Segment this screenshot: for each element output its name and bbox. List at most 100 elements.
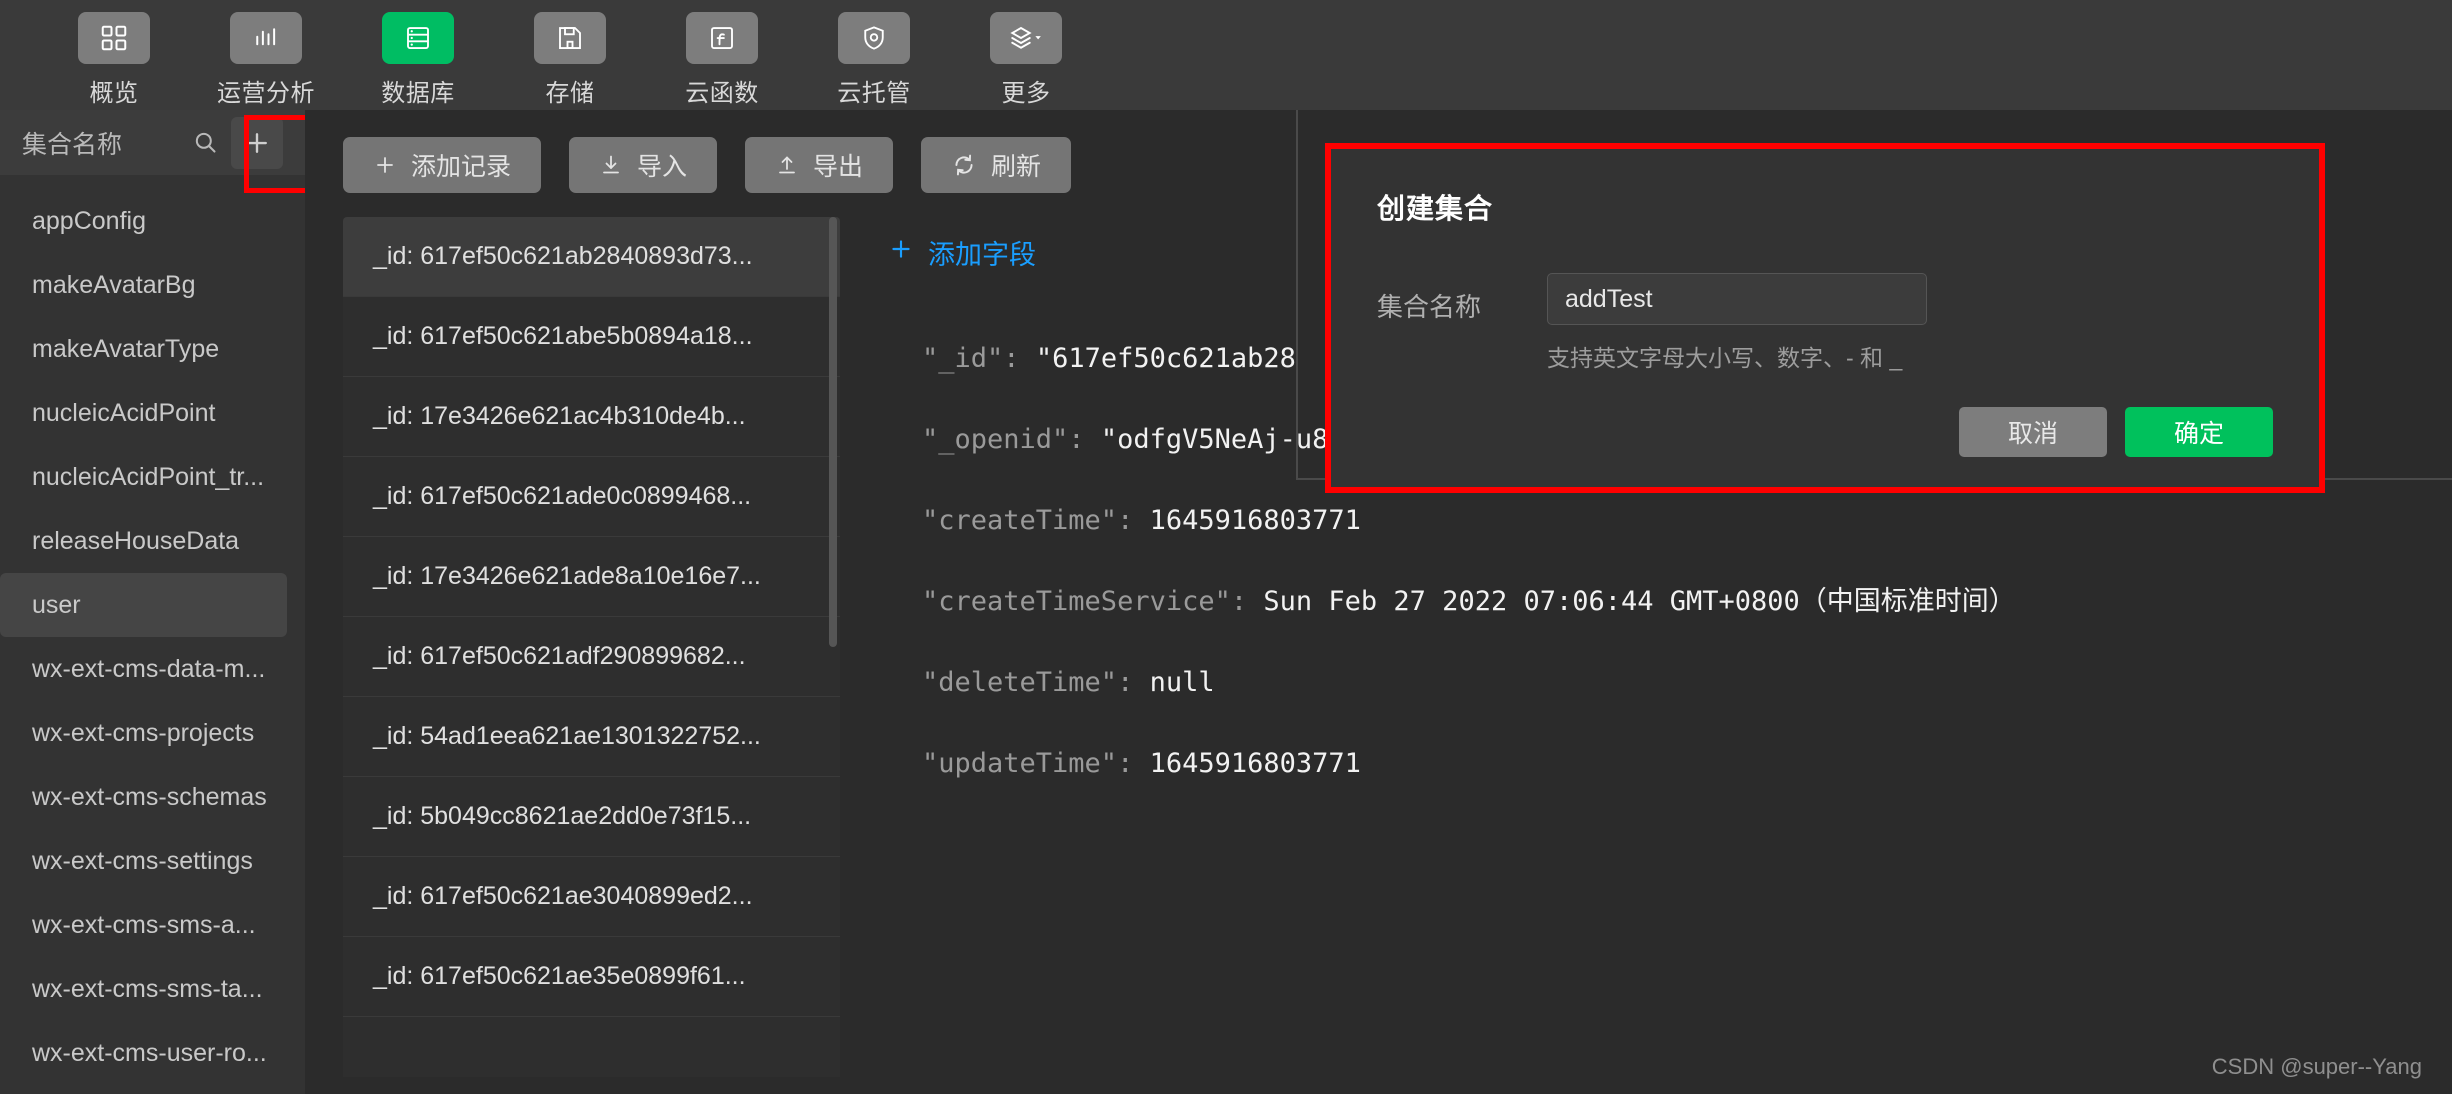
export-button[interactable]: 导出 [745,137,894,193]
json-key: "_id": [922,343,1020,374]
sidebar-title: 集合名称 [22,130,123,159]
function-icon [686,12,758,64]
collection-label: releaseHouseData [32,526,240,555]
record-list-item[interactable]: _id: 617ef50c621ae3040899ed2... [343,857,840,937]
cancel-button[interactable]: 取消 [1959,407,2107,457]
sidebar-item-wx-ext-cms-user-ro[interactable]: wx-ext-cms-user-ro... [0,1021,287,1085]
record-id: _id: 617ef50c621adf290899682... [373,642,746,670]
nav-item-storage[interactable]: 存储 [494,12,646,108]
sidebar-item-releasehousedata[interactable]: releaseHouseData [0,509,287,573]
record-id: _id: 17e3426e621ade8a10e16e7... [373,562,761,590]
confirm-button[interactable]: 确定 [2125,407,2273,457]
sidebar-item-appconfig[interactable]: appConfig [0,189,287,253]
record-id: _id: 17e3426e621ac4b310de4b... [373,402,746,430]
button-label: 导入 [637,153,688,181]
nav-label: 更多 [1001,80,1051,107]
collection-label: nucleicAcidPoint [32,398,216,427]
json-key: "updateTime": [922,748,1134,779]
json-value: 1645916803771 [1149,505,1361,536]
import-button[interactable]: 导入 [569,137,718,193]
record-list-item[interactable]: _id: 5b049cc8621ae2dd0e73f15... [343,777,840,857]
refresh-button[interactable]: 刷新 [921,137,1072,193]
button-label: 刷新 [991,153,1042,181]
collection-name-hint: 支持英文字母大小写、数字、- 和 _ [1547,345,1903,371]
create-collection-modal: 创建集合 集合名称 支持英文字母大小写、数字、- 和 _ 取消 确定 [1331,149,2319,487]
nav-item-cloud-hosting[interactable]: 云托管 [798,12,950,108]
nav-label: 概览 [89,80,139,107]
button-label: 导出 [813,153,864,181]
sidebar-item-makeavatartype[interactable]: makeAvatarType [0,317,287,381]
record-list-item[interactable]: _id: 17e3426e621ac4b310de4b... [343,377,840,457]
record-list-item[interactable]: _id: 54ad1eea621ae1301322752... [343,697,840,777]
json-field-row[interactable]: "updateTime": 1645916803771 [922,723,2452,804]
sidebar-item-wx-ext-cms-settings[interactable]: wx-ext-cms-settings [0,829,287,893]
upload-icon [775,153,799,177]
collection-name-field: 支持英文字母大小写、数字、- 和 _ [1547,273,2273,373]
nav-label: 云托管 [837,80,911,107]
record-list-item[interactable]: _id: 617ef50c621ade0c0899468... [343,457,840,537]
record-list-item[interactable]: _id: 17e3426e621ade8a10e16e7... [343,537,840,617]
record-id: _id: 54ad1eea621ae1301322752... [373,722,761,750]
collection-label: wx-ext-cms-user-ro... [32,1038,267,1067]
sidebar-item-nucleicacidpoint[interactable]: nucleicAcidPoint [0,381,287,445]
json-field-row[interactable]: "deleteTime": null [922,642,2452,723]
add-collection-button[interactable] [231,116,283,169]
button-label: 添加记录 [411,153,512,181]
record-id: _id: 617ef50c621ae3040899ed2... [373,882,753,910]
nav-item-database[interactable]: 数据库 [342,12,494,108]
json-key: "createTime": [922,505,1134,536]
nav-label: 数据库 [381,80,455,107]
app-root: 概览 运营分析 数据库 存储 云函数 云托管 更多 集合名称 appConfig… [0,0,2452,1094]
plus-icon [373,153,397,177]
collection-name-input[interactable] [1547,273,1927,325]
nav-item-more[interactable]: 更多 [950,12,1102,108]
json-value: 1645916803771 [1149,748,1361,779]
json-key: "deleteTime": [922,667,1134,698]
nav-item-overview[interactable]: 概览 [38,12,190,108]
nav-label: 云函数 [685,80,759,107]
add-field-button[interactable]: 添加字段 [888,233,1088,272]
collection-label: nucleicAcidPoint_tr... [32,462,265,491]
bar-chart-icon [230,12,302,64]
record-list-item[interactable]: _id: 617ef50c621ae35e0899f61... [343,937,840,1017]
collection-label: wx-ext-cms-settings [32,846,253,875]
record-list-scrollbar[interactable] [829,217,837,647]
record-list-item[interactable]: _id: 617ef50c621abe5b0894a18... [343,297,840,377]
nav-item-cloud-function[interactable]: 云函数 [646,12,798,108]
add-record-button[interactable]: 添加记录 [343,137,542,193]
sidebar-item-wx-ext-cms-schemas[interactable]: wx-ext-cms-schemas [0,765,287,829]
collection-list[interactable]: appConfig makeAvatarBg makeAvatarType nu… [0,175,305,1094]
top-navigation: 概览 运营分析 数据库 存储 云函数 云托管 更多 [0,0,2452,110]
modal-title: 创建集合 [1377,193,1494,224]
sidebar-item-wx-ext-cms-projects[interactable]: wx-ext-cms-projects [0,701,287,765]
shield-icon [838,12,910,64]
collection-label: makeAvatarType [32,334,220,363]
json-key: "createTimeService": [922,586,1248,617]
collection-label: wx-ext-cms-schemas [32,782,267,811]
plus-icon [888,236,914,269]
nav-item-analytics[interactable]: 运营分析 [190,12,342,108]
record-id: _id: 617ef50c621abe5b0894a18... [373,322,753,350]
collection-label: wx-ext-cms-data-m... [32,654,266,683]
watermark: CSDN @super--Yang [2211,1054,2422,1079]
json-value: "617ef50c621ab28 [1035,343,1296,374]
collection-label: user [32,590,81,619]
sidebar-item-wx-ext-cms-sms-ta[interactable]: wx-ext-cms-sms-ta... [0,957,287,1021]
add-field-label: 添加字段 [928,240,1036,270]
record-list-item[interactable]: _id: 617ef50c621ab2840893d73... [343,217,840,297]
floppy-disk-icon [534,12,606,64]
sidebar-item-makeavatarbg[interactable]: makeAvatarBg [0,253,287,317]
sidebar-item-user[interactable]: user [0,573,287,637]
modal-actions: 取消 确定 [1377,407,2273,457]
grid-icon [78,12,150,64]
json-field-row[interactable]: "createTimeService": Sun Feb 27 2022 07:… [922,561,2452,642]
collection-label: wx-ext-cms-projects [32,718,255,747]
record-list-item[interactable]: _id: 617ef50c621adf290899682... [343,617,840,697]
sidebar-item-nucleicacidpoint-tr[interactable]: nucleicAcidPoint_tr... [0,445,287,509]
sidebar-item-wx-ext-cms-sms-a[interactable]: wx-ext-cms-sms-a... [0,893,287,957]
json-field-row[interactable]: "createTime": 1645916803771 [922,480,2452,561]
search-icon[interactable] [179,117,231,169]
sidebar-item-wx-ext-cms-data-m[interactable]: wx-ext-cms-data-m... [0,637,287,701]
record-id: _id: 617ef50c621ade0c0899468... [373,482,752,510]
record-list[interactable]: _id: 617ef50c621ab2840893d73... _id: 617… [343,217,840,1077]
